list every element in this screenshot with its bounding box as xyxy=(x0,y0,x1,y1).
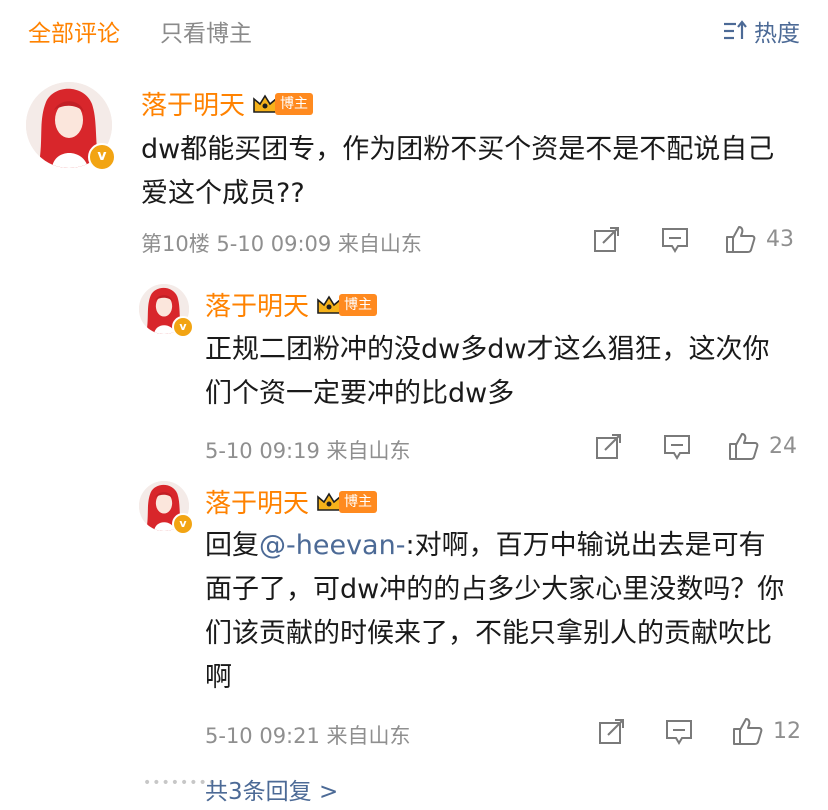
thumbs-up-icon xyxy=(731,716,765,746)
reply-meta: 5-10 09:21 来自山东 xyxy=(205,724,411,748)
author-name[interactable]: 落于明天 xyxy=(141,85,245,122)
op-badge-label: 博主 xyxy=(275,92,314,115)
verified-icon: v xyxy=(88,143,116,171)
comment-button[interactable] xyxy=(662,433,692,461)
reply-meta: 5-10 09:19 来自山东 xyxy=(205,439,411,463)
like-button[interactable]: 12 xyxy=(731,716,801,746)
reply-text: 正规二团粉冲的没dw多dw才这么猖狂，这次你们个资一定要冲的比dw多 xyxy=(205,334,770,409)
sort-label: 热度 xyxy=(754,21,800,47)
share-button[interactable] xyxy=(592,226,620,254)
share-icon xyxy=(594,433,622,461)
thumbs-up-icon xyxy=(724,224,758,254)
comment-text: dw都能买团专，作为团粉不买个资是不是不配说自己爱这个成员?? xyxy=(141,134,775,209)
op-badge-label: 博主 xyxy=(339,490,378,513)
share-button[interactable] xyxy=(597,718,625,746)
share-icon xyxy=(592,226,620,254)
like-count: 43 xyxy=(766,226,794,252)
op-badge: 博主 xyxy=(315,293,378,317)
share-button[interactable] xyxy=(594,433,622,461)
thumbs-up-icon xyxy=(727,431,761,461)
view-all-replies-link[interactable]: 共3条回复 > xyxy=(205,772,338,806)
op-badge: 博主 xyxy=(315,490,378,514)
share-icon xyxy=(597,718,625,746)
mention-link[interactable]: @-heevan- xyxy=(259,530,405,561)
tab-op-only[interactable]: 只看博主 xyxy=(160,14,252,48)
reply-author-name[interactable]: 落于明天 xyxy=(205,286,309,323)
comment-meta: 第10楼 5-10 09:09 来自山东 xyxy=(141,232,422,256)
verified-icon: v xyxy=(172,513,194,535)
like-button[interactable]: 43 xyxy=(724,224,794,254)
op-badge: 博主 xyxy=(251,92,314,116)
like-button[interactable]: 24 xyxy=(727,431,797,461)
comment-button[interactable] xyxy=(660,226,690,254)
comment-icon xyxy=(662,433,692,461)
reply-prefix: 回复 xyxy=(205,530,259,561)
sort-button[interactable]: 热度 xyxy=(722,14,800,48)
tab-all-comments[interactable]: 全部评论 xyxy=(28,14,120,48)
like-count: 24 xyxy=(769,433,797,459)
op-badge-label: 博主 xyxy=(339,293,378,316)
comment-icon xyxy=(660,226,690,254)
sort-icon xyxy=(722,20,748,42)
reply-author-name[interactable]: 落于明天 xyxy=(205,483,309,520)
like-count: 12 xyxy=(773,718,801,744)
comment-button[interactable] xyxy=(664,718,694,746)
reply-text: 回复@-heevan-:对啊，百万中输说出去是可有面子了，可dw冲的的占多少大家… xyxy=(205,524,790,700)
verified-icon: v xyxy=(172,316,194,338)
comment-icon xyxy=(664,718,694,746)
